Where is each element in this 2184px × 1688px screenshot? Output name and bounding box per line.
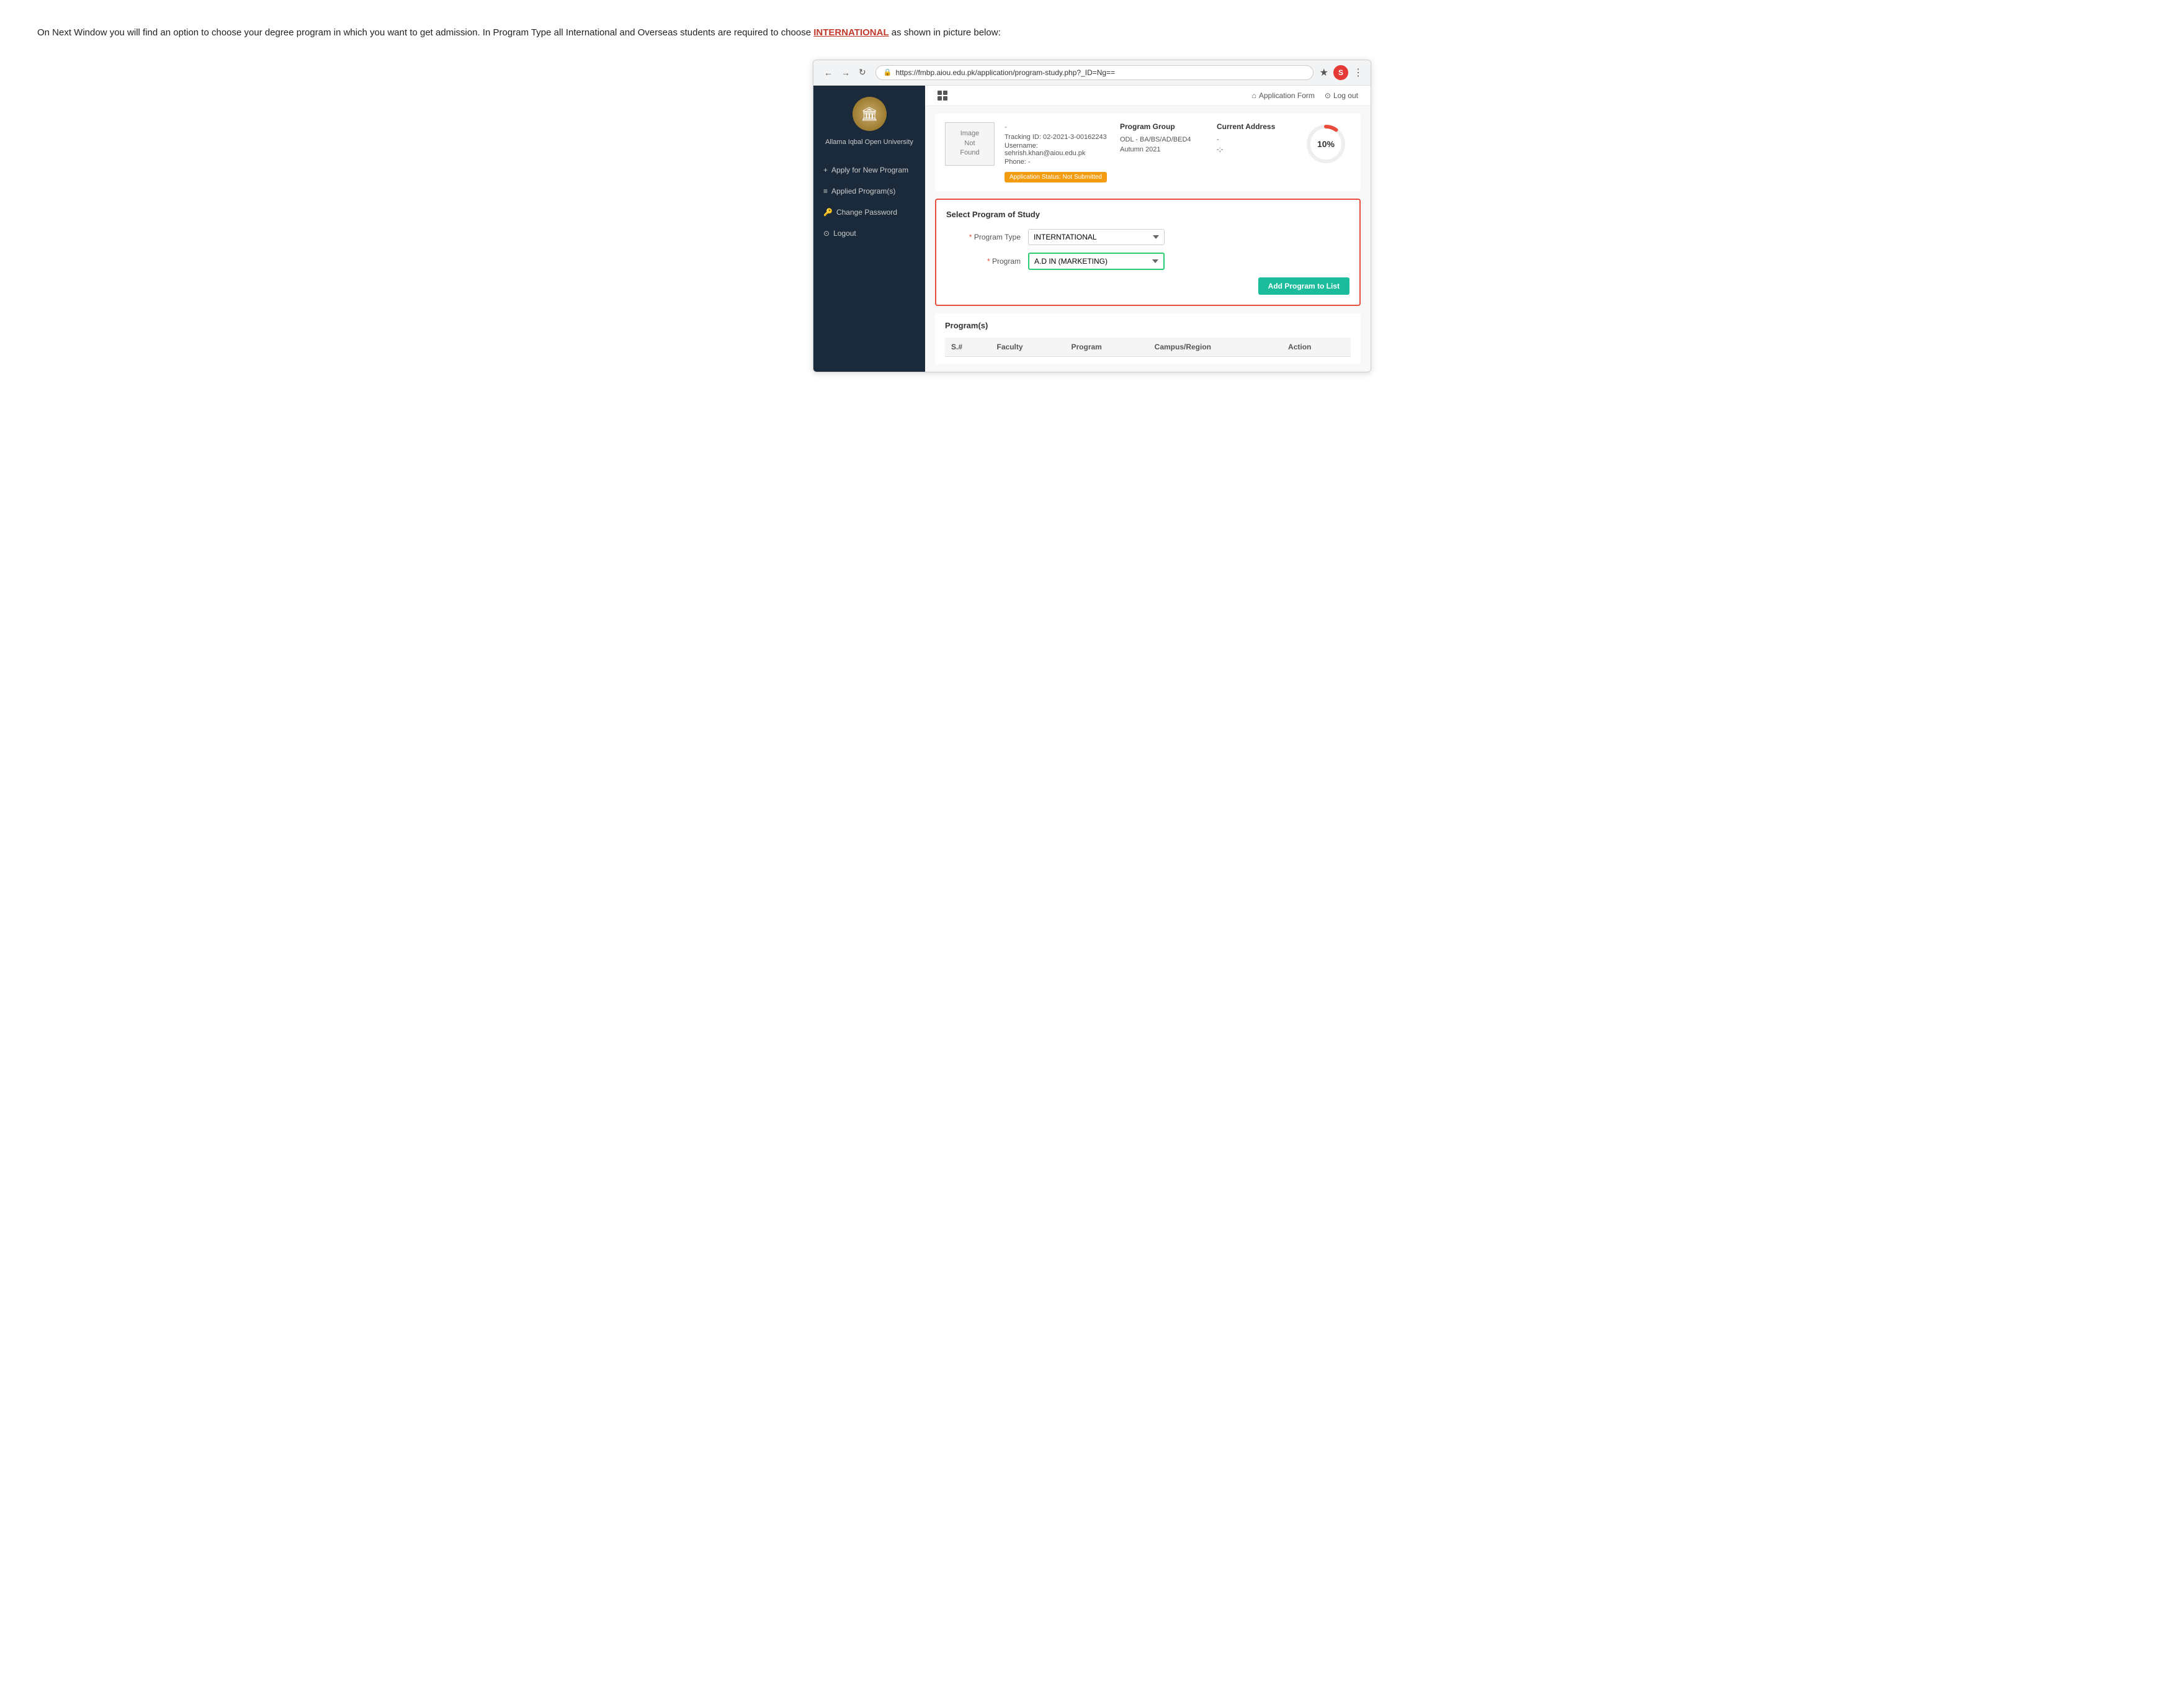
add-button-container: Add Program to List — [946, 277, 1349, 295]
profile-dash: - — [1005, 122, 1110, 131]
current-address-dash: - — [1217, 135, 1291, 145]
application-form-link[interactable]: ⌂ Application Form — [1252, 91, 1315, 100]
program-group-label: Program Group — [1120, 122, 1207, 131]
program-type-label: * Program Type — [946, 233, 1021, 241]
international-highlight: INTERNATIONAL — [813, 27, 888, 38]
col-campus: Campus/Region — [1148, 338, 1282, 357]
top-bar-left — [938, 91, 947, 101]
progress-section: 10% — [1301, 122, 1351, 166]
profile-image: Image Not Found — [945, 122, 995, 166]
select-program-section: Select Program of Study * Program Type I… — [935, 199, 1361, 306]
programs-section-title: Program(s) — [945, 321, 1351, 330]
sidebar-item-apply[interactable]: + Apply for New Program — [813, 159, 925, 181]
program-select[interactable]: A.D IN (MARKETING) B.A B.S — [1028, 253, 1165, 270]
col-serial: S.# — [945, 338, 991, 357]
browser-window: ← → ↻ 🔒 https://fmbp.aiou.edu.pk/applica… — [813, 60, 1371, 372]
university-logo: 🏛 — [851, 96, 888, 133]
plus-icon: + — [823, 166, 828, 174]
profile-phone: Phone: - — [1005, 158, 1110, 166]
logout-top-icon: ⊙ — [1325, 91, 1331, 100]
add-program-button[interactable]: Add Program to List — [1258, 277, 1349, 295]
table-header-row: S.# Faculty Program Campus/Region Action — [945, 338, 1351, 357]
address-bar[interactable]: 🔒 https://fmbp.aiou.edu.pk/application/p… — [875, 65, 1314, 80]
home-icon: ⌂ — [1252, 91, 1256, 100]
programs-section: Program(s) S.# Faculty Program Campus/Re… — [935, 313, 1361, 364]
logout-link[interactable]: ⊙ Log out — [1325, 91, 1358, 100]
intro-text-after: as shown in picture below: — [889, 27, 1001, 38]
program-group-value: ODL - BA/BS/AD/BED4 — [1120, 135, 1207, 145]
sidebar-item-apply-label: Apply for New Program — [831, 166, 908, 174]
user-avatar[interactable]: S — [1333, 65, 1348, 80]
sidebar-item-password-label: Change Password — [836, 208, 897, 217]
grid-icon — [938, 91, 947, 101]
sidebar-item-applied-label: Applied Program(s) — [831, 187, 895, 195]
profile-card: Image Not Found - Tracking ID: 02-2021-3… — [935, 114, 1361, 191]
sidebar-item-password[interactable]: 🔑 Change Password — [813, 202, 925, 223]
sidebar-item-logout-label: Logout — [833, 229, 856, 238]
top-bar: ⌂ Application Form ⊙ Log out — [925, 86, 1371, 106]
program-type-group: * Program Type INTERNTATIONAL LOCAL — [946, 229, 1349, 245]
intro-paragraph: On Next Window you will find an option t… — [37, 25, 2147, 41]
menu-button[interactable]: ⋮ — [1353, 66, 1363, 79]
current-address-value: -;- — [1217, 145, 1291, 155]
app-layout: 🏛 Allama Iqbal Open University + Apply f… — [813, 86, 1371, 372]
sidebar: 🏛 Allama Iqbal Open University + Apply f… — [813, 86, 925, 372]
browser-chrome: ← → ↻ 🔒 https://fmbp.aiou.edu.pk/applica… — [813, 60, 1371, 86]
program-group-form: * Program A.D IN (MARKETING) B.A B.S — [946, 253, 1349, 270]
col-faculty: Faculty — [991, 338, 1065, 357]
col-action: Action — [1282, 338, 1351, 357]
programs-table: S.# Faculty Program Campus/Region Action — [945, 338, 1351, 357]
url-text: https://fmbp.aiou.edu.pk/application/pro… — [895, 68, 1115, 77]
profile-tracking: Tracking ID: 02-2021-3-00162243 — [1005, 133, 1110, 141]
back-button[interactable]: ← — [821, 66, 836, 79]
progress-circle: 10% — [1304, 122, 1348, 166]
profile-info: - Tracking ID: 02-2021-3-00162243 Userna… — [1005, 122, 1110, 182]
forward-button[interactable]: → — [838, 66, 853, 79]
browser-actions: ★ S ⋮ — [1320, 65, 1363, 80]
logo-circle: 🏛 — [853, 97, 887, 131]
intro-text-before: On Next Window you will find an option t… — [37, 27, 813, 38]
refresh-button[interactable]: ↻ — [856, 66, 869, 79]
program-label: * Program — [946, 257, 1021, 266]
progress-text: 10% — [1317, 139, 1335, 149]
program-group: Program Group ODL - BA/BS/AD/BED4 Autumn… — [1120, 122, 1207, 155]
lock-icon: 🔒 — [884, 68, 892, 76]
sidebar-nav: + Apply for New Program ≡ Applied Progra… — [813, 159, 925, 244]
col-program: Program — [1065, 338, 1148, 357]
sidebar-item-applied[interactable]: ≡ Applied Program(s) — [813, 181, 925, 202]
logout-nav-icon: ⊙ — [823, 229, 830, 238]
status-badge: Application Status: Not Submitted — [1005, 172, 1107, 182]
profile-username: Username: sehrish.khan@aiou.edu.pk — [1005, 142, 1110, 157]
star-button[interactable]: ★ — [1320, 66, 1328, 79]
current-address: Current Address - -;- — [1217, 122, 1291, 155]
university-name: Allama Iqbal Open University — [825, 138, 913, 147]
select-program-title: Select Program of Study — [946, 210, 1349, 219]
sidebar-item-logout[interactable]: ⊙ Logout — [813, 223, 925, 244]
main-content: ⌂ Application Form ⊙ Log out Image Not F… — [925, 86, 1371, 372]
key-icon: 🔑 — [823, 208, 833, 217]
list-icon: ≡ — [823, 187, 828, 195]
image-not-found-text: Image Not Found — [960, 129, 979, 158]
program-group-season: Autumn 2021 — [1120, 145, 1207, 155]
top-bar-right: ⌂ Application Form ⊙ Log out — [1252, 91, 1358, 100]
current-address-label: Current Address — [1217, 122, 1291, 131]
program-type-select[interactable]: INTERNTATIONAL LOCAL — [1028, 229, 1165, 245]
browser-nav: ← → ↻ — [821, 66, 869, 79]
